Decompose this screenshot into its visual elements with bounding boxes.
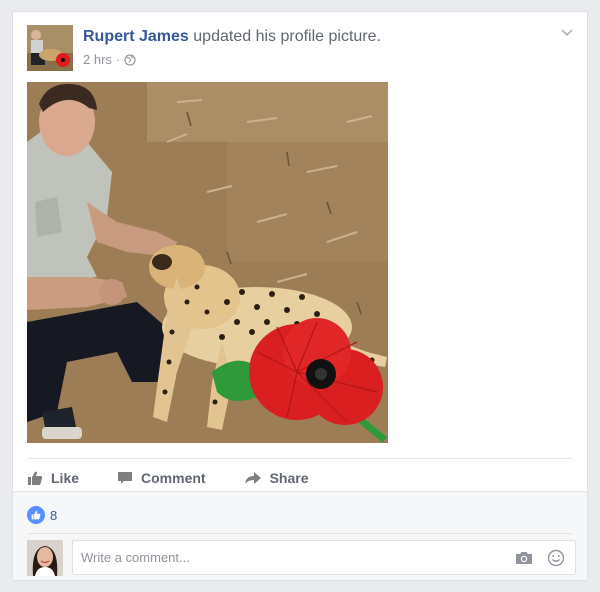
comment-label: Comment: [141, 470, 206, 486]
actions-divider: [27, 458, 573, 459]
comment-icon: [118, 472, 133, 484]
camera-icon[interactable]: [515, 550, 533, 571]
share-arrow-icon: [244, 472, 261, 484]
globe-icon[interactable]: [124, 53, 136, 66]
comment-box[interactable]: [72, 540, 576, 575]
emoji-icon[interactable]: [547, 549, 565, 572]
post-header-text: Rupert James updated his profile picture…: [83, 28, 381, 46]
share-button[interactable]: Share: [244, 470, 309, 486]
like-label: Like: [51, 470, 80, 486]
comment-input[interactable]: [81, 550, 481, 565]
commenter-avatar[interactable]: [27, 540, 63, 576]
post-action-bar: Like Comment Share: [27, 464, 347, 492]
footer-divider: [27, 533, 573, 534]
comments-section: 8: [13, 491, 587, 580]
profile-picture-photo[interactable]: [27, 82, 388, 443]
like-button[interactable]: Like: [27, 470, 79, 486]
author-name-link[interactable]: Rupert James: [83, 28, 189, 45]
share-label: Share: [269, 470, 309, 486]
comment-button[interactable]: Comment: [117, 470, 206, 486]
feed-post: Rupert James updated his profile picture…: [12, 11, 588, 581]
chevron-down-icon[interactable]: [559, 26, 575, 38]
meta-separator: ·: [115, 52, 121, 67]
like-reaction-icon: [27, 506, 45, 524]
like-count[interactable]: 8: [50, 508, 57, 523]
author-avatar[interactable]: [27, 25, 73, 71]
post-meta: 2 hrs ·: [83, 52, 136, 67]
thumbs-up-icon: [28, 471, 43, 485]
reaction-summary[interactable]: 8: [27, 506, 57, 524]
post-action-text: updated his profile picture.: [193, 28, 381, 45]
post-timestamp[interactable]: 2 hrs: [83, 52, 112, 67]
